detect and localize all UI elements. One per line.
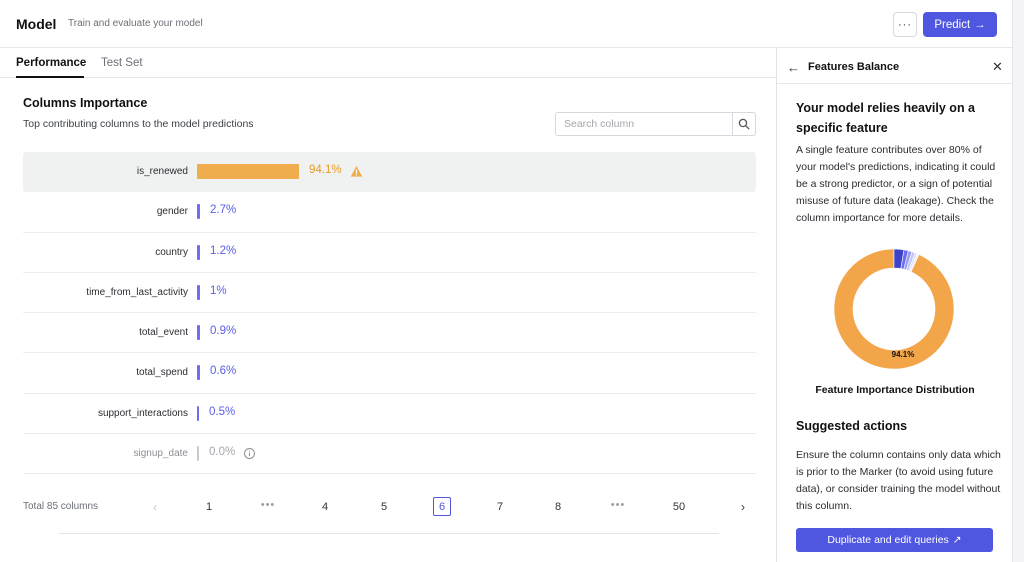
divider: [59, 533, 719, 534]
page-button[interactable]: 50: [670, 501, 688, 513]
info-icon[interactable]: [243, 447, 256, 460]
features-balance-panel: ← Features Balance ✕ Your model relies h…: [776, 48, 1013, 562]
close-icon[interactable]: ✕: [992, 59, 1003, 75]
back-arrow-icon[interactable]: ←: [787, 60, 800, 75]
importance-percent: 94.1%: [309, 164, 342, 176]
active-tab-indicator: [16, 76, 84, 78]
more-icon: ···: [898, 18, 912, 31]
importance-percent: 0.6%: [210, 365, 237, 378]
external-arrow-icon: ↗: [952, 534, 962, 546]
importance-row[interactable]: time_from_last_activity 1%: [23, 273, 756, 314]
tab-test-set[interactable]: Test Set: [101, 57, 143, 69]
page-header: Model Train and evaluate your model ··· …: [0, 0, 1012, 48]
page-title: Model: [16, 16, 57, 32]
suggested-actions-title: Suggested actions: [796, 419, 908, 433]
panel-title: Features Balance: [808, 61, 900, 73]
search-box: [555, 112, 756, 136]
importance-bar: [197, 325, 200, 341]
column-name: support_interactions: [97, 407, 188, 419]
predict-button[interactable]: Predict →: [923, 12, 997, 37]
window-edge: [1012, 0, 1024, 562]
panel-heading: Your model relies heavily on a specific …: [796, 101, 975, 135]
suggested-actions-text: Ensure the column contains only data whi…: [796, 449, 1001, 512]
importance-row[interactable]: gender 2.7%: [23, 192, 756, 233]
search-button[interactable]: [732, 113, 755, 135]
pagination-ellipsis: •••: [610, 499, 626, 511]
donut-caption: Feature Importance Distribution: [815, 384, 975, 396]
column-name: country: [155, 246, 188, 258]
importance-bar: [197, 365, 200, 381]
arrow-right-icon: →: [974, 18, 986, 31]
importance-percent: 1%: [210, 284, 227, 297]
column-name: total_spend: [136, 367, 188, 379]
pagination: Total 85 columns ‹ 1 ••• 4 5 6 7 8 ••• 50 ›: [23, 495, 756, 519]
feature-distribution-donut: 94.1%: [833, 248, 955, 370]
chevron-left-icon[interactable]: ‹: [153, 500, 157, 514]
column-name: total_event: [139, 327, 188, 339]
importance-percent: 0.5%: [209, 405, 236, 418]
duplicate-button-label: Duplicate and edit queries: [827, 534, 949, 546]
page-subtitle: Train and evaluate your model: [68, 18, 203, 29]
column-name: time_from_last_activity: [86, 286, 188, 298]
importance-row[interactable]: support_interactions 0.5%: [23, 394, 756, 435]
predict-button-label: Predict: [934, 18, 971, 31]
importance-list: is_renewed 94.1% gender 2.7% country 1.2% time…: [23, 152, 756, 475]
page-button[interactable]: 8: [549, 501, 567, 513]
duplicate-edit-queries-button[interactable]: Duplicate and edit queries ↗: [796, 528, 993, 552]
importance-row[interactable]: total_spend 0.6%: [23, 353, 756, 394]
panel-description: A single feature contributes over 80% of…: [796, 144, 996, 224]
importance-row[interactable]: total_event 0.9%: [23, 313, 756, 354]
pagination-ellipsis: •••: [260, 499, 276, 511]
search-input[interactable]: [556, 113, 732, 135]
importance-bar: [197, 405, 199, 421]
importance-bar: [197, 244, 200, 260]
search-icon: [738, 118, 750, 130]
importance-bar: [197, 446, 199, 462]
section-subtitle: Top contributing columns to the model pr…: [23, 118, 254, 130]
more-options-button[interactable]: ···: [893, 12, 917, 37]
importance-percent: 1.2%: [210, 244, 237, 257]
page-button[interactable]: 4: [316, 501, 334, 513]
page-button[interactable]: 7: [491, 501, 509, 513]
importance-row[interactable]: is_renewed 94.1%: [23, 152, 756, 193]
importance-bar: [197, 284, 200, 300]
page-button[interactable]: 6: [433, 497, 451, 516]
importance-percent: 0.9%: [210, 325, 237, 338]
importance-bar: [197, 164, 299, 179]
section-title: Columns Importance: [23, 96, 148, 110]
importance-percent: 2.7%: [210, 204, 237, 217]
column-name: is_renewed: [136, 166, 188, 177]
importance-bar: [197, 204, 200, 220]
importance-row[interactable]: country 1.2%: [23, 233, 756, 273]
total-columns-label: Total 85 columns: [23, 501, 99, 512]
panel-header: ← Features Balance ✕: [777, 48, 1013, 84]
donut-slice-label: 94.1%: [892, 350, 915, 359]
chevron-right-icon[interactable]: ›: [741, 500, 745, 514]
page-button[interactable]: 1: [200, 501, 218, 513]
page-button[interactable]: 5: [375, 501, 393, 513]
tab-performance[interactable]: Performance: [16, 57, 86, 69]
column-name: signup_date: [133, 448, 189, 460]
tab-bar: Performance Test Set: [0, 48, 776, 78]
column-name: gender: [156, 206, 188, 218]
importance-row[interactable]: signup_date 0.0%: [23, 434, 756, 475]
importance-percent: 0.0%: [209, 446, 236, 459]
warning-icon: [350, 165, 363, 178]
